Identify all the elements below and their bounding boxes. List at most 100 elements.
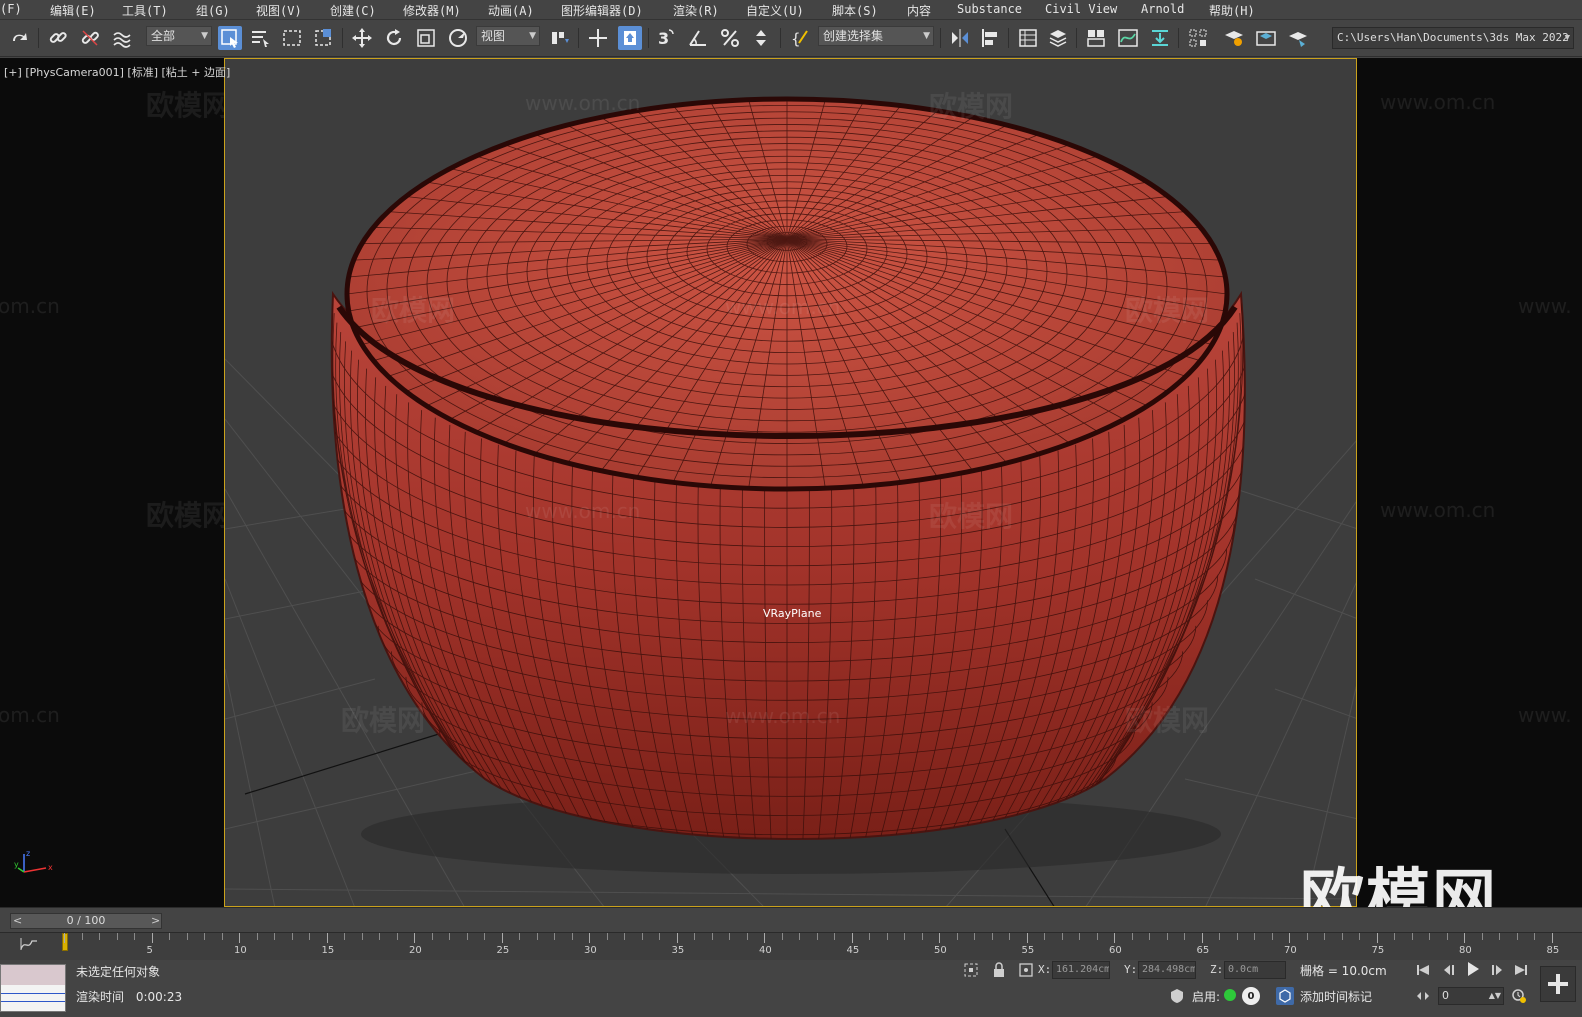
window-crossing-icon[interactable] [312, 26, 336, 50]
rectangular-selection-icon[interactable] [280, 26, 304, 50]
add-time-tag-label[interactable]: 添加时间标记 [1300, 988, 1372, 1005]
track-bar[interactable]: 5 10 15 20 25 30 35 40 45 50 55 60 65 70 75 80 85 [0, 932, 1582, 960]
menu-scripting[interactable]: 脚本(S) [832, 2, 878, 19]
go-to-start-icon[interactable] [1414, 961, 1432, 979]
enable-count-badge[interactable]: 0 [1242, 987, 1260, 1005]
mirror-icon[interactable] [948, 26, 972, 50]
menu-bar: (F) 编辑(E) 工具(T) 组(G) 视图(V) 创建(C) 修改器(M) … [0, 0, 1582, 20]
select-by-name-icon[interactable] [248, 26, 272, 50]
pivot-center-icon[interactable] [548, 26, 572, 50]
move-icon[interactable] [350, 26, 374, 50]
add-time-tag-icon[interactable] [1276, 987, 1294, 1005]
menu-edit[interactable]: 编辑(E) [50, 2, 96, 19]
select-object-icon[interactable] [218, 26, 242, 50]
angle-snap-icon[interactable] [686, 26, 710, 50]
menu-views[interactable]: 视图(V) [256, 2, 302, 19]
status-bar: 未选定任何对象 渲染时间 0:00:23 X: 161.204cm Y: 284… [0, 960, 1582, 1017]
absolute-transform-icon[interactable] [1017, 961, 1035, 979]
time-configuration-icon[interactable] [1510, 987, 1528, 1005]
mini-curve-editor-icon[interactable] [20, 937, 38, 951]
create-new-icon[interactable] [1540, 966, 1576, 1002]
perspective-viewport[interactable]: www.om.cn 欧模网 欧模网 www.om.cn 欧模网 www.om.c… [224, 58, 1357, 907]
timeline-tick [1236, 933, 1238, 940]
scene-explorer-icon[interactable] [1016, 26, 1040, 50]
menu-file[interactable]: (F) [0, 2, 22, 16]
menu-rendering[interactable]: 渲染(R) [673, 2, 719, 19]
menu-create[interactable]: 创建(C) [330, 2, 376, 19]
redo-icon[interactable] [8, 26, 32, 50]
watermark-6: 欧模网 [341, 704, 426, 737]
z-coord-field[interactable]: 0.0cm [1224, 961, 1286, 979]
render-setup-icon[interactable] [1222, 26, 1246, 50]
menu-graph-editors[interactable]: 图形编辑器(D) [561, 2, 643, 19]
menu-civil-view[interactable]: Civil View [1045, 2, 1117, 16]
time-slider[interactable]: < 0 / 100 > [10, 913, 162, 929]
material-editor-icon[interactable] [1186, 26, 1210, 50]
scale-icon[interactable] [414, 26, 438, 50]
menu-content[interactable]: 内容 [907, 2, 931, 19]
align-icon[interactable] [978, 26, 1002, 50]
layer-explorer-icon[interactable] [1046, 26, 1070, 50]
menu-arnold[interactable]: Arnold [1141, 2, 1184, 16]
selection-filter-dropdown[interactable]: 全部 ▼ [146, 26, 212, 46]
menu-group[interactable]: 组(G) [196, 2, 230, 19]
percent-snap-icon[interactable] [718, 26, 742, 50]
timeline-tick [1394, 933, 1395, 940]
render-production-icon[interactable] [1286, 26, 1310, 50]
isolate-selection-icon[interactable] [962, 961, 980, 979]
next-frame-icon[interactable] [1488, 961, 1506, 979]
watermark-url-3: www.om.cn [525, 499, 641, 523]
viewport-menu-label[interactable]: [+] [PhysCamera001] [标准] [粘土 + 边面] [4, 64, 230, 80]
play-icon[interactable] [1464, 960, 1482, 978]
svg-text:z: z [26, 849, 30, 858]
watermark-left-mid: 欧模网 [146, 499, 231, 532]
timeline-tick [939, 933, 940, 943]
timeline-tick [1429, 933, 1430, 940]
watermark-7: 欧模网 [1125, 704, 1210, 737]
snaps-toggle-icon[interactable]: 3 [654, 26, 678, 50]
adaptive-degradation-icon[interactable] [1168, 987, 1186, 1005]
menu-tools[interactable]: 工具(T) [122, 2, 168, 19]
bind-space-warp-icon[interactable] [110, 26, 134, 50]
menu-modifiers[interactable]: 修改器(M) [403, 2, 461, 19]
keyboard-shortcut-override-icon[interactable] [618, 26, 642, 50]
go-to-end-icon[interactable] [1512, 961, 1530, 979]
viewport-general-menu[interactable]: [+] [4, 66, 22, 79]
viewport-shading-preset-menu[interactable]: [标准] [127, 66, 158, 79]
svg-text:{: { [791, 30, 801, 48]
menu-customize[interactable]: 自定义(U) [746, 2, 804, 19]
timeline-ruler[interactable]: 5 10 15 20 25 30 35 40 45 50 55 60 65 70 75 80 85 [60, 933, 1572, 961]
next-frame-button[interactable]: > [151, 914, 160, 928]
viewport-area[interactable]: om.cn om.cn 欧模网 欧模网 www.om.cn www.om.cn … [0, 58, 1582, 907]
rendered-frame-window-icon[interactable] [1254, 26, 1278, 50]
spinner-snap-icon[interactable] [750, 26, 774, 50]
timeline-tick [1184, 933, 1185, 940]
menu-substance[interactable]: Substance [957, 2, 1022, 16]
schematic-view-icon[interactable] [1148, 26, 1172, 50]
current-frame-marker[interactable] [62, 933, 68, 951]
project-path-field[interactable]: C:\Users\Han\Documents\3ds Max 2022 ▼ [1332, 27, 1574, 49]
menu-animation[interactable]: 动画(A) [488, 2, 534, 19]
x-coord-field[interactable]: 161.204cm [1052, 961, 1110, 979]
selection-lock-icon[interactable] [990, 961, 1008, 979]
y-coord-field[interactable]: 284.498cm [1138, 961, 1196, 979]
named-selection-dropdown[interactable]: 创建选择集 ▼ [818, 26, 934, 46]
prev-frame-button[interactable]: < [13, 914, 22, 928]
rotate-icon[interactable] [382, 26, 406, 50]
current-frame-field[interactable]: 0 ▲▼ [1438, 987, 1504, 1005]
viewport-camera-menu[interactable]: [PhysCamera001] [25, 66, 124, 79]
curve-editor-icon[interactable] [1116, 26, 1140, 50]
object-name-label: VRayPlane [763, 607, 822, 620]
reference-coordinate-dropdown[interactable]: 视图 ▼ [476, 26, 540, 46]
toggle-ribbon-icon[interactable] [1084, 26, 1108, 50]
previous-frame-icon[interactable] [1440, 961, 1458, 979]
unlink-icon[interactable] [78, 26, 102, 50]
key-mode-icon[interactable] [1414, 987, 1432, 1005]
maxscript-mini-listener[interactable] [0, 964, 66, 1012]
edit-named-selection-icon[interactable]: { [788, 26, 812, 50]
select-manipulate-icon[interactable] [586, 26, 610, 50]
place-icon[interactable] [446, 26, 470, 50]
viewport-display-mode-menu[interactable]: [粘土 + 边面] [162, 66, 231, 79]
link-icon[interactable] [46, 26, 70, 50]
menu-help[interactable]: 帮助(H) [1209, 2, 1255, 19]
